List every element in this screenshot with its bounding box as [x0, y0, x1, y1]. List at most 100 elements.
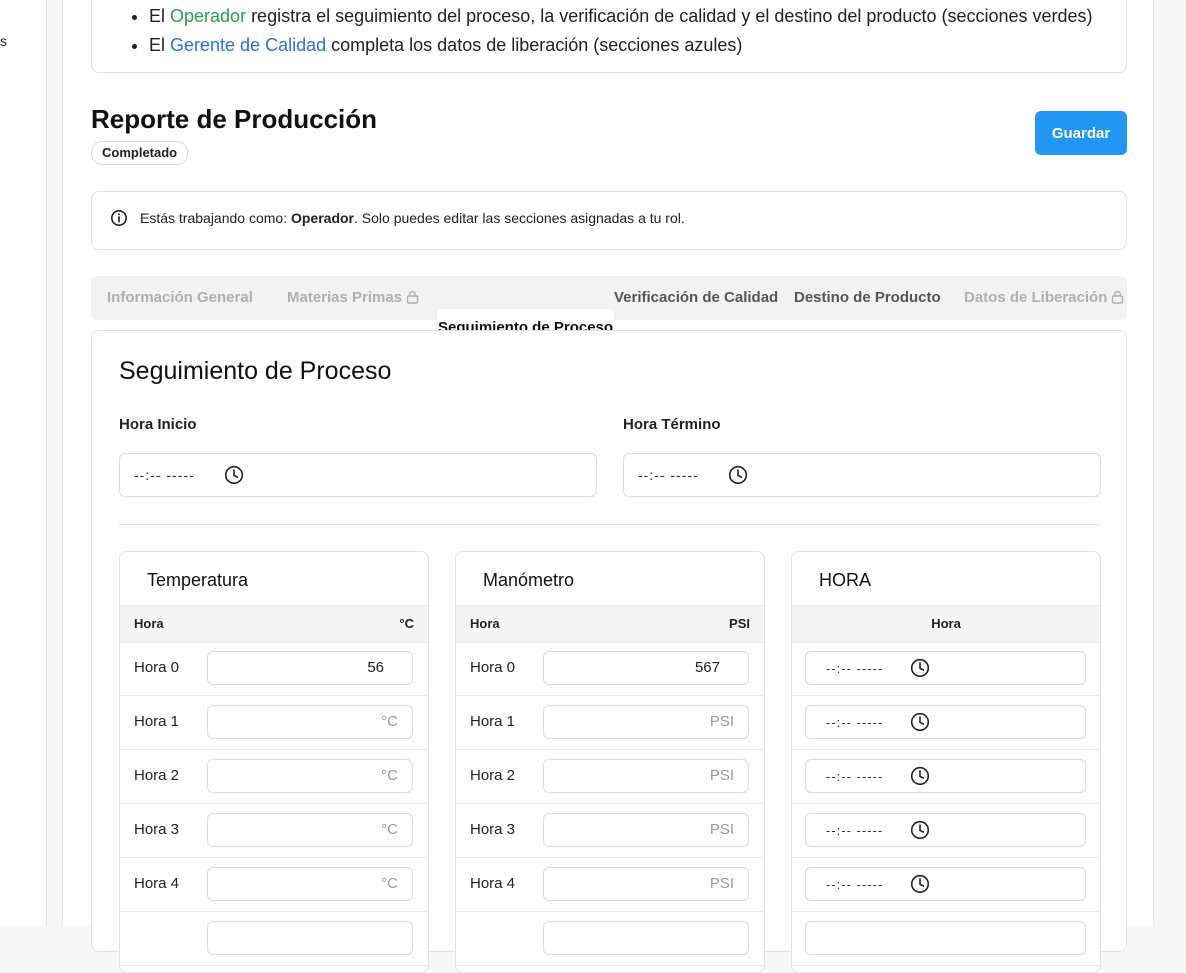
hour-time-input[interactable]: --:-- -----	[805, 705, 1086, 739]
hours-card: HORA Hora --:-- ----- --:-- ----- --:-- …	[791, 551, 1101, 973]
tab-informacion-general[interactable]: Información General	[107, 276, 253, 320]
process-tracking-section: Seguimiento de Proceso Hora Inicio --:--…	[91, 330, 1127, 973]
table-row: --:-- -----	[792, 641, 1100, 696]
pressure-input[interactable]: PSI	[543, 813, 749, 847]
pressure-card: Manómetro Hora PSI Hora 0 567 Hora 1 PSI H…	[455, 551, 765, 973]
table-row: Hora 4 °C	[120, 857, 428, 912]
pressure-input[interactable]: PSI	[543, 867, 749, 901]
column-header-unit: PSI	[729, 616, 750, 631]
temperature-table-header: Hora °C	[120, 605, 428, 643]
tab-label: Datos de Liberación	[964, 289, 1108, 306]
column-header-hour: Hora	[134, 616, 164, 631]
end-time-label: Hora Término	[623, 416, 721, 433]
table-row	[120, 911, 428, 966]
clock-icon[interactable]	[728, 465, 748, 485]
list-item-prefix: El	[149, 6, 171, 26]
pressure-title: Manómetro	[483, 570, 575, 590]
row-label: Hora 1	[134, 713, 180, 730]
hour-time-input[interactable]: --:-- -----	[805, 651, 1086, 685]
page-title: Reporte de Producción	[91, 104, 378, 134]
tab-label: Información General	[107, 289, 253, 306]
tab-materias-primas[interactable]: Materias Primas	[287, 276, 419, 320]
role-instructions: El Operador registra el seguimiento del …	[91, 0, 1127, 73]
temperature-card: Temperatura Hora °C Hora 0 56 Hora 1 °C Ho…	[119, 551, 429, 973]
clock-icon[interactable]	[224, 465, 244, 485]
end-time-input[interactable]: --:-- -----	[623, 453, 1101, 497]
temperature-title: Temperatura	[147, 570, 249, 590]
hour-time-input[interactable]: --:-- -----	[805, 813, 1086, 847]
table-row: --:-- -----	[792, 695, 1100, 750]
pressure-input[interactable]: 567	[543, 651, 749, 685]
table-row	[792, 911, 1100, 966]
notice-role: Operador	[290, 210, 354, 226]
tab-verificacion-de-calidad[interactable]: Verificación de Calidad	[614, 276, 778, 320]
tab-label: Verificación de Calidad	[614, 289, 779, 306]
save-button[interactable]: Guardar	[1035, 111, 1127, 155]
notice-suffix: . Solo puedes editar las secciones asign…	[354, 210, 685, 226]
time-placeholder: --:-- -----	[826, 877, 884, 892]
temperature-input[interactable]: °C	[207, 813, 413, 847]
table-row: --:-- -----	[792, 749, 1100, 804]
row-label: Hora 4	[134, 875, 180, 892]
temperature-input[interactable]: 56	[207, 651, 413, 685]
table-row: Hora 0 567	[456, 641, 764, 696]
hour-time-input[interactable]: --:-- -----	[805, 867, 1086, 901]
clock-icon[interactable]	[910, 874, 930, 894]
table-row: Hora 3 PSI	[456, 803, 764, 858]
hour-time-input[interactable]: --:-- -----	[805, 759, 1086, 793]
manager-role-text: Gerente de Calidad	[170, 35, 327, 55]
row-label: Hora 3	[470, 821, 516, 838]
list-item-text: registra el seguimiento del proceso, la …	[246, 6, 1093, 26]
lock-icon	[1112, 290, 1124, 304]
table-row: Hora 1 °C	[120, 695, 428, 750]
clock-icon[interactable]	[910, 658, 930, 678]
info-icon	[111, 210, 127, 226]
pressure-table-header: Hora PSI	[456, 605, 764, 643]
start-time-label: Hora Inicio	[119, 416, 197, 433]
clock-icon[interactable]	[910, 820, 930, 840]
table-row: Hora 2 PSI	[456, 749, 764, 804]
pressure-input[interactable]	[543, 921, 749, 955]
start-time-input[interactable]: --:-- -----	[119, 453, 597, 497]
clock-icon[interactable]	[910, 766, 930, 786]
table-row: --:-- -----	[792, 803, 1100, 858]
table-row: Hora 2 °C	[120, 749, 428, 804]
column-header-hour: Hora	[931, 616, 961, 631]
tab-label: Materias Primas	[287, 289, 403, 306]
list-item-prefix: El	[149, 35, 171, 55]
list-item: El Operador registra el seguimiento del …	[149, 2, 1093, 31]
temperature-input[interactable]: °C	[207, 759, 413, 793]
pressure-input[interactable]: PSI	[543, 705, 749, 739]
clock-icon[interactable]	[910, 712, 930, 732]
lock-icon	[406, 290, 419, 304]
list-item: El Gerente de Calidad completa los datos…	[149, 31, 1093, 60]
table-row: --:-- -----	[792, 857, 1100, 912]
status-badge: Completado	[91, 141, 189, 165]
sidebar-text-fragment: s	[0, 33, 7, 49]
tab-datos-de-liberacion[interactable]: Datos de Liberación	[964, 276, 1124, 320]
row-label: Hora 2	[134, 767, 180, 784]
row-label: Hora 2	[470, 767, 516, 784]
table-row: Hora 3 °C	[120, 803, 428, 858]
tab-label: Destino de Producto	[794, 289, 941, 306]
hours-table-header: Hora	[792, 605, 1100, 643]
column-header-unit: °C	[399, 616, 414, 631]
time-placeholder: --:-- -----	[826, 661, 884, 676]
time-placeholder: --:-- -----	[134, 467, 195, 483]
hour-time-input[interactable]	[805, 921, 1086, 955]
table-row: Hora 1 PSI	[456, 695, 764, 750]
main-content: El Operador registra el seguimiento del …	[62, 0, 1154, 973]
column-header-hour: Hora	[470, 616, 500, 631]
row-label: Hora 4	[470, 875, 516, 892]
temperature-input[interactable]: °C	[207, 867, 413, 901]
pressure-input[interactable]: PSI	[543, 759, 749, 793]
temperature-input[interactable]: °C	[207, 705, 413, 739]
row-label: Hora 1	[470, 713, 516, 730]
row-label: Hora 3	[134, 821, 180, 838]
table-row: Hora 4 PSI	[456, 857, 764, 912]
hours-title: HORA	[819, 570, 872, 590]
time-placeholder: --:-- -----	[826, 769, 884, 784]
tab-destino-de-producto[interactable]: Destino de Producto	[794, 276, 941, 320]
left-sidebar: s	[0, 0, 47, 925]
temperature-input[interactable]	[207, 921, 413, 955]
